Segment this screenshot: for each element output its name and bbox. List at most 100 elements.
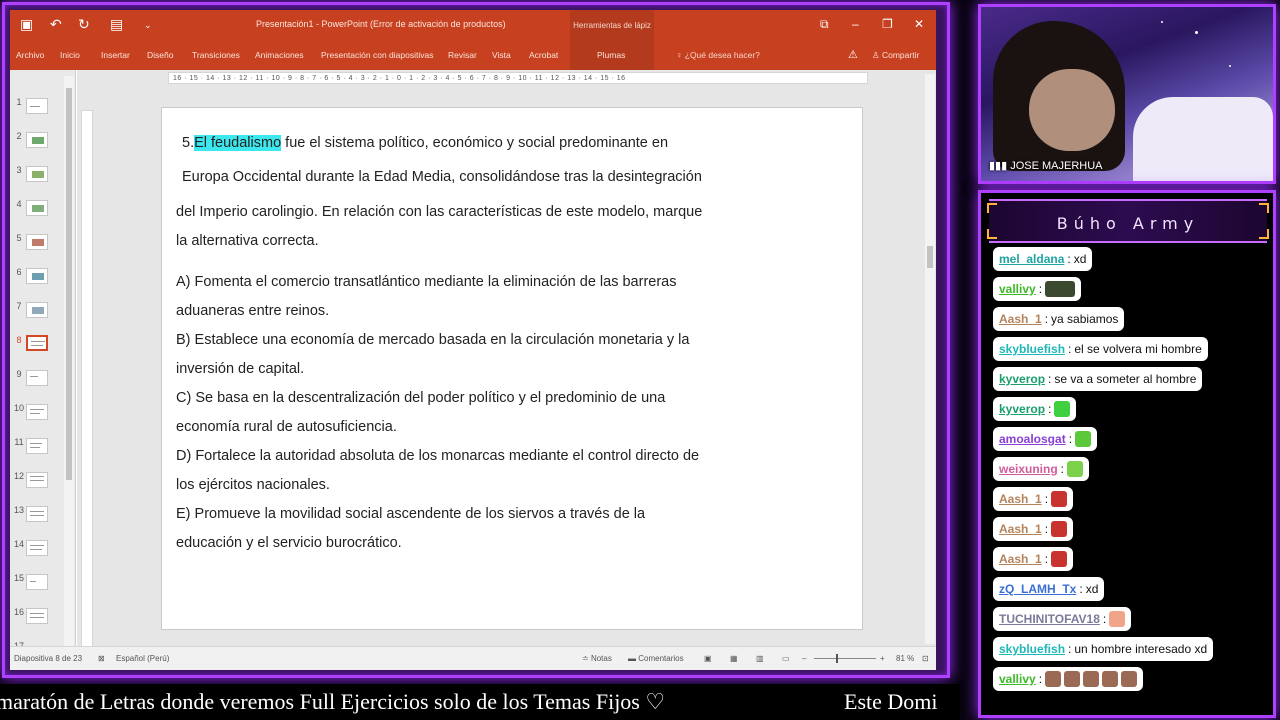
status-bar: Diapositiva 8 de 23 ⊠ Español (Perú) ≐ N…: [10, 646, 936, 670]
chat-username[interactable]: zQ_LAMH_Tx: [999, 582, 1076, 596]
chat-separator: :: [1067, 252, 1071, 266]
chat-username[interactable]: Aash_1: [999, 312, 1042, 326]
option-d-line-1[interactable]: D) Fortalece la autoridad absoluta de lo…: [176, 448, 699, 464]
undo-icon[interactable]: ↶: [50, 16, 62, 33]
slide-thumbnail[interactable]: [26, 438, 48, 454]
chat-username[interactable]: Aash_1: [999, 552, 1042, 566]
fit-slide-icon[interactable]: ⊡: [922, 654, 929, 663]
chat-username[interactable]: skybluefish: [999, 342, 1065, 356]
tab-inicio[interactable]: Inicio: [60, 50, 80, 60]
slide-thumbnail[interactable]: [26, 166, 48, 182]
question-line-1[interactable]: 5.El feudalismo fue el sistema político,…: [182, 135, 668, 151]
slide-thumbnail[interactable]: [26, 200, 48, 216]
minimize-button[interactable]: –: [852, 17, 859, 31]
thumb-number: 7: [16, 301, 22, 311]
notes-button[interactable]: ≐ Notas: [582, 654, 612, 663]
tab-presentacion[interactable]: Presentación con diapositivas: [321, 50, 433, 60]
slideshow-view-icon[interactable]: ▭: [782, 654, 790, 663]
tab-archivo[interactable]: Archivo: [16, 50, 44, 60]
language-status[interactable]: Español (Perú): [116, 654, 169, 663]
option-e-line-1[interactable]: E) Promueve la movilidad social ascenden…: [176, 506, 645, 522]
option-c-line-2[interactable]: economía rural de autosuficiencia.: [176, 419, 397, 435]
share-button[interactable]: ♙ Compartir: [872, 50, 919, 61]
slide-thumbnail-selected[interactable]: [26, 335, 48, 351]
customize-qat-icon[interactable]: ⌄: [144, 20, 152, 31]
tab-diseno[interactable]: Diseño: [147, 50, 173, 60]
start-presentation-icon[interactable]: ▤: [110, 16, 123, 33]
normal-view-icon[interactable]: ▣: [704, 654, 712, 663]
zoom-slider[interactable]: [814, 658, 876, 659]
tab-insertar[interactable]: Insertar: [101, 50, 130, 60]
option-b-line-2[interactable]: inversión de capital.: [176, 361, 304, 377]
chat-separator: :: [1048, 372, 1052, 386]
option-a-line-1[interactable]: A) Fomenta el comercio transatlántico me…: [176, 274, 676, 290]
option-c-line-1[interactable]: C) Se basa en la descentralización del p…: [176, 390, 665, 406]
tab-transiciones[interactable]: Transiciones: [192, 50, 240, 60]
redo-icon[interactable]: ↻: [78, 16, 90, 33]
slide-thumbnail[interactable]: [26, 404, 48, 420]
chat-username[interactable]: skybluefish: [999, 642, 1065, 656]
slide-scrollbar[interactable]: [925, 74, 935, 644]
thumbnail-scrollbar[interactable]: [64, 76, 74, 646]
option-b-line-1[interactable]: B) Establece una economía de mercado bas…: [176, 332, 689, 348]
thumb-number: 14: [13, 539, 24, 549]
slide-thumbnail[interactable]: [26, 574, 48, 590]
slide-thumbnail[interactable]: [26, 370, 48, 386]
tab-plumas[interactable]: Plumas: [597, 50, 625, 60]
tab-acrobat[interactable]: Acrobat: [529, 50, 558, 60]
slide-thumbnail[interactable]: [26, 472, 48, 488]
question-line-4[interactable]: la alternativa correcta.: [176, 233, 319, 249]
spellcheck-icon[interactable]: ⊠: [98, 654, 105, 663]
chat-username[interactable]: Aash_1: [999, 522, 1042, 536]
comments-label: Comentarios: [638, 654, 684, 663]
current-slide[interactable]: 5.El feudalismo fue el sistema político,…: [161, 107, 863, 630]
slide-scroll-thumb[interactable]: [927, 246, 933, 268]
tab-vista[interactable]: Vista: [492, 50, 511, 60]
chat-username[interactable]: kyverop: [999, 372, 1045, 386]
powerpoint-window: ▣ ↶ ↻ ▤ ⌄ Presentación1 - PowerPoint (Er…: [10, 10, 936, 670]
ribbon-display-icon[interactable]: ⧉: [820, 17, 829, 32]
ticker-text: maratón de Letras donde veremos Full Eje…: [0, 689, 666, 714]
slide-thumbnail[interactable]: [26, 132, 48, 148]
option-e-line-2[interactable]: educación y el servicio burocrático.: [176, 535, 402, 551]
zoom-out-button[interactable]: –: [802, 654, 806, 663]
slide-thumbnail[interactable]: [26, 608, 48, 624]
chat-username[interactable]: vallivy: [999, 282, 1036, 296]
question-line-2[interactable]: Europa Occidental durante la Edad Media,…: [182, 169, 702, 185]
tab-revisar[interactable]: Revisar: [448, 50, 477, 60]
chat-text: un hombre interesado xd: [1074, 642, 1208, 656]
chat-username[interactable]: amoalosgat: [999, 432, 1066, 446]
comments-button[interactable]: ▬ Comentarios: [628, 654, 684, 663]
thumbnail-scroll-thumb[interactable]: [66, 88, 72, 480]
chat-username[interactable]: Aash_1: [999, 492, 1042, 506]
emote-icon: [1109, 611, 1126, 627]
tab-animaciones[interactable]: Animaciones: [255, 50, 304, 60]
chat-username[interactable]: TUCHINITOFAV18: [999, 612, 1100, 626]
star: [1161, 21, 1163, 23]
question-line-3[interactable]: del Imperio carolingio. En relación con …: [176, 204, 702, 220]
slide-thumbnail[interactable]: [26, 540, 48, 556]
slide-thumbnail[interactable]: [26, 234, 48, 250]
warning-icon[interactable]: ⚠: [848, 48, 858, 61]
slide-thumbnail[interactable]: [26, 506, 48, 522]
zoom-in-button[interactable]: +: [880, 654, 885, 663]
chat-username[interactable]: mel_aldana: [999, 252, 1064, 266]
chat-username[interactable]: vallivy: [999, 672, 1036, 686]
chat-message: amoalosgat:: [993, 427, 1098, 451]
save-icon[interactable]: ▣: [20, 16, 33, 33]
slide-sorter-icon[interactable]: ▦: [730, 654, 738, 663]
zoom-level[interactable]: 81 %: [896, 654, 914, 663]
zoom-slider-handle[interactable]: [836, 654, 838, 663]
reading-view-icon[interactable]: ▥: [756, 654, 764, 663]
slide-thumbnail[interactable]: [26, 302, 48, 318]
chat-username[interactable]: weixuning: [999, 462, 1058, 476]
webcam-frame: ▮▮▮ JOSE MAJERHUA: [978, 4, 1276, 184]
tell-me-search[interactable]: ♀ ¿Qué desea hacer?: [676, 50, 760, 60]
chat-username[interactable]: kyverop: [999, 402, 1045, 416]
slide-thumbnail[interactable]: [26, 268, 48, 284]
maximize-button[interactable]: ❐: [882, 17, 893, 31]
option-d-line-2[interactable]: los ejércitos nacionales.: [176, 477, 330, 493]
slide-thumbnail[interactable]: [26, 98, 48, 114]
option-a-line-2[interactable]: aduaneras entre reinos.: [176, 303, 329, 319]
close-button[interactable]: ✕: [914, 17, 924, 31]
